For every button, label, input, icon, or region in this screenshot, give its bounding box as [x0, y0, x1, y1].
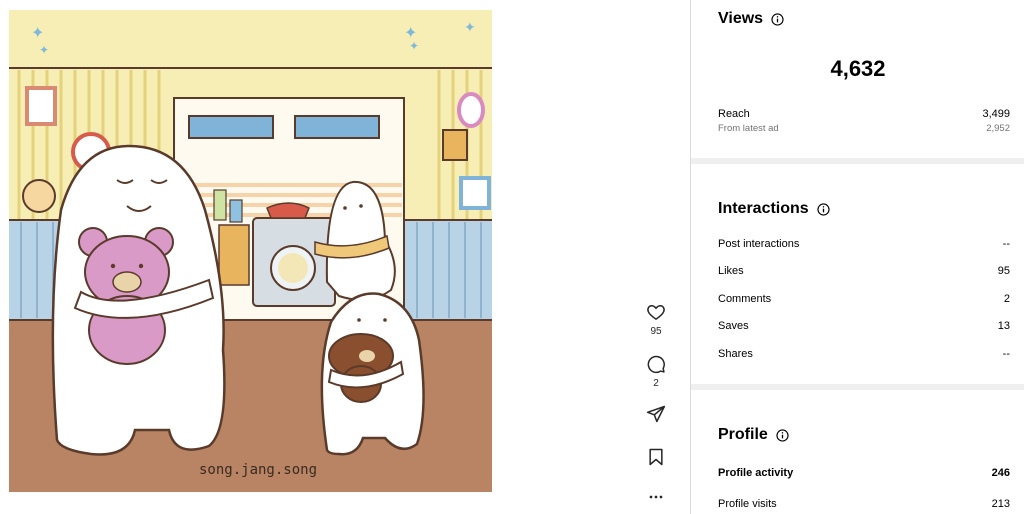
shares-label: Shares — [718, 348, 753, 360]
ad-row: From latest ad 2,952 — [718, 123, 1010, 134]
save-action[interactable] — [640, 447, 672, 467]
share-action[interactable] — [640, 404, 672, 424]
info-icon[interactable] — [817, 202, 830, 216]
profile-activity-row: Profile activity 246 — [718, 467, 1010, 479]
post-interactions-label: Post interactions — [718, 238, 800, 250]
profile-title: Profile — [718, 426, 789, 444]
reach-label: Reach — [718, 108, 750, 120]
likes-row: Likes 95 — [718, 265, 1010, 277]
post-image[interactable]: ✦ ✦ ✦ ✦ ✦ song.jang.song — [9, 10, 492, 492]
paper-plane-icon[interactable] — [646, 404, 666, 424]
comments-row: Comments 2 — [718, 293, 1010, 305]
post-interactions-value: -- — [1002, 238, 1010, 250]
comments-label: Comments — [718, 293, 772, 305]
views-title: Views — [718, 10, 784, 28]
post-interactions-row: Post interactions -- — [718, 238, 1010, 250]
like-action[interactable]: 95 — [640, 302, 672, 337]
profile-section: Profile Profile activity 246 Profile vis… — [691, 390, 1024, 514]
heart-outline-icon[interactable] — [646, 302, 666, 322]
info-icon[interactable] — [771, 12, 784, 26]
shares-row: Shares -- — [718, 348, 1010, 360]
interactions-section: Interactions Post interactions -- Likes … — [691, 164, 1024, 384]
reach-row: Reach 3,499 — [718, 108, 1010, 120]
comments-value: 2 — [1003, 293, 1010, 305]
svg-text:✦: ✦ — [409, 39, 419, 53]
more-action[interactable] — [640, 490, 672, 504]
views-section: Views 4,632 Reach 3,499 From latest ad 2… — [691, 0, 1024, 160]
reach-value: 3,499 — [982, 108, 1010, 120]
interactions-title: Interactions — [718, 200, 830, 218]
insights-panel: Views 4,632 Reach 3,499 From latest ad 2… — [690, 0, 1024, 514]
saves-value: 13 — [997, 320, 1010, 332]
ad-value: 2,952 — [986, 123, 1010, 134]
saves-row: Saves 13 — [718, 320, 1010, 332]
profile-activity-value: 246 — [991, 467, 1010, 479]
likes-count: 95 — [650, 326, 662, 337]
profile-activity-label: Profile activity — [718, 467, 794, 479]
comment-bubble-icon[interactable] — [646, 354, 666, 374]
comment-action[interactable]: 2 — [640, 354, 672, 389]
shares-value: -- — [1002, 348, 1010, 360]
info-icon[interactable] — [776, 428, 789, 442]
svg-text:✦: ✦ — [31, 23, 44, 42]
comments-count: 2 — [653, 378, 659, 389]
profile-visits-value: 213 — [991, 498, 1010, 510]
ad-label: From latest ad — [718, 123, 779, 134]
artist-signature: song.jang.song — [199, 462, 317, 478]
views-total: 4,632 — [830, 56, 886, 81]
profile-visits-row: Profile visits 213 — [718, 498, 1010, 510]
bookmark-icon[interactable] — [646, 447, 666, 467]
likes-value: 95 — [997, 265, 1010, 277]
more-horizontal-icon[interactable] — [646, 490, 666, 504]
svg-text:✦: ✦ — [464, 20, 476, 36]
svg-text:✦: ✦ — [39, 43, 49, 57]
likes-label: Likes — [718, 265, 744, 277]
profile-visits-label: Profile visits — [718, 498, 777, 510]
saves-label: Saves — [718, 320, 749, 332]
